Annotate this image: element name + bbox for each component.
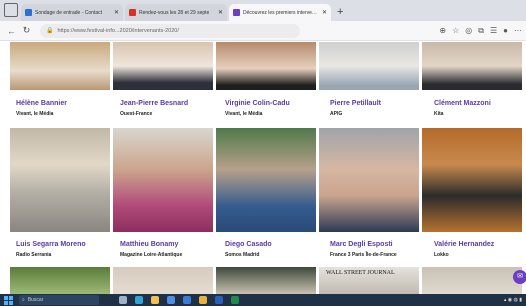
browser-tab-bar: Sondage de entrade - Contact ✕ Rendez-vo… — [0, 0, 526, 21]
mail-icon[interactable] — [183, 296, 191, 304]
speakers-grid: Hélène Bannier Vivant, le Média Jean-Pie… — [0, 42, 526, 294]
speaker-organization: Somos Madrid — [225, 252, 260, 258]
tab-title: Rendez-vous les 28 et 29 septe — [139, 9, 210, 16]
speaker-photo[interactable] — [113, 128, 213, 232]
store-icon[interactable] — [167, 296, 175, 304]
browser-tab-1[interactable]: Sondage de entrade - Contact ✕ — [21, 4, 123, 21]
collections-icon[interactable]: ⧉ — [478, 26, 484, 36]
speaker-organization: Vivant, le Média — [16, 111, 54, 117]
task-view-icon[interactable] — [119, 296, 127, 304]
speaker-name[interactable]: Luis Segarra Moreno — [16, 241, 86, 248]
speaker-photo[interactable] — [10, 128, 110, 232]
extension-icon[interactable]: ◎ — [465, 26, 472, 36]
chat-button[interactable]: ✉ — [513, 270, 526, 284]
back-icon[interactable]: ← — [4, 26, 19, 36]
close-icon[interactable]: ✕ — [114, 9, 119, 16]
address-bar[interactable]: 🔒 https://www.festival-info...2020/inter… — [40, 23, 300, 38]
speaker-name[interactable]: Pierre Petillault — [330, 100, 381, 107]
speaker-photo[interactable] — [216, 128, 316, 232]
speaker-photo[interactable] — [422, 42, 522, 90]
speaker-photo[interactable] — [10, 267, 110, 294]
speaker-photo[interactable] — [113, 42, 213, 90]
close-icon[interactable]: ✕ — [218, 9, 223, 16]
speaker-name[interactable]: Virginie Colin-Cadu — [225, 100, 290, 107]
speaker-organization: Kita — [434, 111, 444, 117]
favicon-icon — [25, 9, 32, 16]
reading-list-icon[interactable]: ☰ — [490, 26, 497, 36]
taskbar-search-placeholder: Buscar — [27, 297, 44, 303]
file-explorer-icon[interactable] — [151, 296, 159, 304]
speaker-photo[interactable] — [216, 42, 316, 90]
system-tray[interactable]: ▴ ◉ ◍ ▮ — [504, 297, 522, 303]
speaker-photo[interactable] — [319, 128, 419, 232]
more-options-icon[interactable]: ⋯ — [514, 26, 522, 36]
speaker-photo[interactable] — [422, 128, 522, 232]
speaker-organization: Magazine Loire-Atlantique — [120, 252, 183, 258]
edge-icon[interactable] — [135, 296, 143, 304]
search-icon: ⌕ — [22, 297, 25, 303]
window-menu-icon[interactable] — [4, 3, 18, 17]
zoom-icon[interactable]: ⊕ — [439, 26, 446, 36]
speaker-organization: Radio Serrania — [16, 252, 52, 258]
speaker-name[interactable]: Diego Casado — [225, 241, 272, 248]
newspaper-masthead: WALL STREET JOURNAL — [326, 270, 395, 276]
speaker-photo[interactable] — [216, 267, 316, 294]
speaker-photo[interactable] — [319, 42, 419, 90]
toolbar-icons: ⊕ ☆ ◎ ⧉ ☰ ● ⋯ — [439, 26, 522, 36]
speaker-name[interactable]: Valérie Hernandez — [434, 241, 494, 248]
favicon-icon — [129, 9, 136, 16]
speaker-name[interactable]: Jean-Pierre Besnard — [120, 100, 188, 107]
favorite-star-icon[interactable]: ☆ — [452, 26, 459, 36]
browser-tab-2[interactable]: Rendez-vous les 28 et 29 septe ✕ — [125, 4, 227, 21]
close-icon[interactable]: ✕ — [322, 9, 327, 16]
chrome-icon[interactable] — [199, 296, 207, 304]
lock-icon: 🔒 — [46, 28, 54, 34]
refresh-icon[interactable]: ↻ — [19, 25, 34, 36]
taskbar: ⌕ Buscar ▴ ◉ ◍ ▮ — [0, 294, 526, 306]
speaker-name[interactable]: Marc Degli Esposti — [330, 241, 393, 248]
taskbar-search[interactable]: ⌕ Buscar — [19, 295, 99, 305]
browser-tab-3[interactable]: Découvrez les premiers intervenants ✕ — [229, 4, 331, 21]
taskbar-apps — [119, 296, 239, 304]
speaker-name[interactable]: Matthieu Bonamy — [120, 241, 178, 248]
speaker-name[interactable]: Clément Mazzoni — [434, 100, 491, 107]
browser-toolbar: ← ↻ 🔒 https://www.festival-info...2020/i… — [0, 21, 526, 41]
speaker-name[interactable]: Hélène Bannier — [16, 100, 67, 107]
profile-icon[interactable]: ● — [503, 26, 508, 36]
speaker-organization: APIG — [330, 111, 343, 117]
favicon-icon — [233, 9, 240, 16]
windows-start-icon[interactable] — [4, 295, 13, 305]
speaker-organization: France 3 Paris Île-de-France — [330, 252, 397, 258]
speaker-photo[interactable] — [422, 267, 522, 294]
new-tab-button[interactable]: + — [337, 6, 343, 18]
speaker-photo[interactable] — [10, 42, 110, 90]
speaker-organization: Vivant, le Média — [225, 111, 263, 117]
tab-title: Découvrez les premiers intervenants — [243, 9, 319, 16]
speaker-organization: Ouest-France — [120, 111, 153, 117]
speaker-organization: Lokko — [434, 252, 449, 258]
excel-icon[interactable] — [231, 296, 239, 304]
speaker-photo[interactable] — [113, 267, 213, 294]
word-icon[interactable] — [215, 296, 223, 304]
address-url: https://www.festival-info...2020/interve… — [57, 27, 179, 34]
tab-title: Sondage de entrade - Contact — [35, 9, 102, 16]
